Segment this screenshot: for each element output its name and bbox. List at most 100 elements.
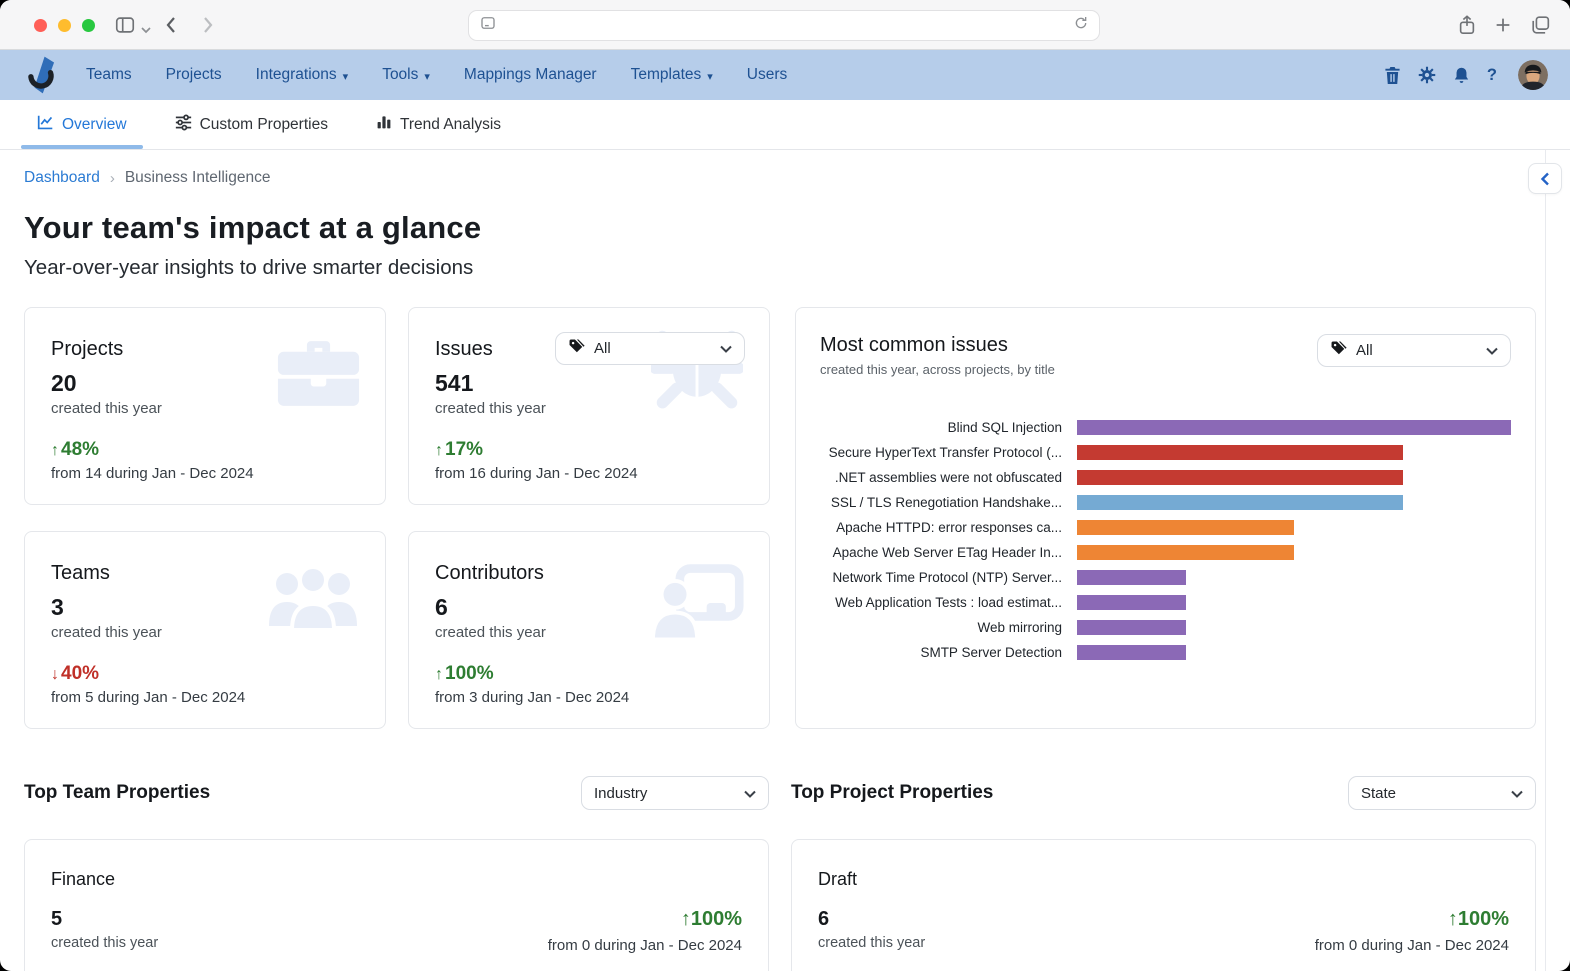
issues-chart-filter-select[interactable]: All	[1317, 334, 1511, 367]
url-input[interactable]	[497, 18, 1073, 33]
breadcrumb-current: Business Intelligence	[125, 169, 271, 187]
help-button[interactable]: ?	[1487, 66, 1497, 85]
chevron-down-icon	[720, 340, 732, 357]
line-chart-icon	[37, 114, 54, 136]
chart-row: Network Time Protocol (NTP) Server...	[820, 565, 1511, 590]
breadcrumb-separator-icon: ›	[110, 170, 115, 187]
briefcase-icon	[276, 338, 361, 413]
chart-bar-label: Network Time Protocol (NTP) Server...	[820, 570, 1062, 585]
tab-label: Custom Properties	[200, 116, 328, 134]
property-caption: created this year	[51, 935, 158, 951]
section-heading: Top Project Properties	[791, 782, 993, 804]
user-avatar[interactable]	[1518, 60, 1548, 90]
property-value: 5	[51, 908, 158, 931]
tab-overview-icon[interactable]	[1530, 13, 1552, 42]
property-comparison: from 0 during Jan - Dec 2024	[548, 937, 742, 954]
chart-bar-track	[1077, 520, 1511, 535]
nav-item-templates[interactable]: Templates▾	[631, 66, 713, 84]
chart-bar-track	[1077, 420, 1511, 435]
back-button[interactable]	[161, 13, 183, 42]
browser-window: TeamsProjectsIntegrations▾Tools▾Mappings…	[0, 0, 1570, 971]
stat-card-teams: Teams 3 created this year ↓ 40% from 5 d…	[24, 531, 386, 729]
property-delta: ↑100%	[548, 908, 742, 931]
nav-item-projects[interactable]: Projects	[166, 66, 222, 84]
chevron-down-icon[interactable]	[141, 21, 151, 39]
team-icon	[265, 562, 361, 641]
share-icon[interactable]	[1457, 13, 1477, 42]
reload-icon[interactable]	[1073, 15, 1089, 36]
sidebar-toggle-icon[interactable]	[114, 14, 136, 41]
section-tab-bar: Overview Custom Properties Trend Analysi…	[0, 100, 1570, 150]
chart-row: Apache Web Server ETag Header In...	[820, 540, 1511, 565]
sliders-icon	[175, 114, 192, 136]
presenter-icon	[653, 562, 745, 649]
property-value: 6	[818, 908, 925, 931]
chart-bar-label: Web Application Tests : load estimat...	[820, 595, 1062, 610]
chart-row: SMTP Server Detection	[820, 640, 1511, 665]
chart-row: Secure HyperText Transfer Protocol (...	[820, 440, 1511, 465]
arrow-up-icon: ↑	[435, 666, 443, 684]
chart-bar[interactable]	[1077, 495, 1403, 510]
tab-custom-properties[interactable]: Custom Properties	[159, 100, 344, 149]
tag-icon	[568, 338, 585, 359]
minimize-window-button[interactable]	[58, 19, 71, 32]
issues-filter-select[interactable]: All	[555, 332, 745, 365]
most-common-issues-card: Most common issues created this year, ac…	[795, 307, 1536, 729]
chart-bar-label: Blind SQL Injection	[820, 420, 1062, 435]
project-properties-select[interactable]: State	[1348, 776, 1536, 810]
tab-label: Trend Analysis	[400, 116, 501, 134]
tab-trend-analysis[interactable]: Trend Analysis	[360, 100, 517, 149]
nav-item-users[interactable]: Users	[747, 66, 787, 84]
gear-icon[interactable]	[1418, 66, 1436, 84]
stat-delta: ↓ 40%	[51, 663, 359, 685]
stat-card-contributors: Contributors 6 created this year ↑ 100% …	[408, 531, 770, 729]
nav-items: TeamsProjectsIntegrations▾Tools▾Mappings…	[86, 66, 787, 84]
new-tab-icon[interactable]	[1493, 13, 1513, 42]
select-value: All	[594, 340, 611, 357]
chart-bar-label: Apache Web Server ETag Header In...	[820, 545, 1062, 560]
stat-delta: ↑ 48%	[51, 439, 359, 461]
nav-item-teams[interactable]: Teams	[86, 66, 132, 84]
chart-bar-track	[1077, 495, 1511, 510]
chart-bar-track	[1077, 645, 1511, 660]
nav-item-label: Integrations	[256, 66, 337, 84]
chart-bar-track	[1077, 595, 1511, 610]
collapse-panel-button[interactable]	[1528, 163, 1562, 194]
app-logo[interactable]	[22, 56, 60, 94]
team-properties-select[interactable]: Industry	[581, 776, 769, 810]
chevron-down-icon	[744, 785, 756, 802]
chart-bar[interactable]	[1077, 645, 1186, 660]
nav-item-mappings-manager[interactable]: Mappings Manager	[464, 66, 597, 84]
bell-icon[interactable]	[1453, 66, 1470, 85]
chart-bar[interactable]	[1077, 420, 1511, 435]
nav-item-label: Teams	[86, 66, 132, 84]
stat-comparison: from 14 during Jan - Dec 2024	[51, 465, 359, 482]
chart-bar-track	[1077, 470, 1511, 485]
forward-button[interactable]	[196, 13, 218, 42]
chart-bar[interactable]	[1077, 445, 1403, 460]
chart-bar[interactable]	[1077, 545, 1294, 560]
top-team-properties-section: Top Team Properties Industry Finance 5	[24, 776, 769, 971]
chevron-down-icon: ▾	[424, 70, 430, 83]
breadcrumb-dashboard-link[interactable]: Dashboard	[24, 169, 100, 187]
close-window-button[interactable]	[34, 19, 47, 32]
chart-bar[interactable]	[1077, 570, 1186, 585]
chart-title: Most common issues	[820, 334, 1055, 357]
chart-bar-label: Secure HyperText Transfer Protocol (...	[820, 445, 1062, 460]
zoom-window-button[interactable]	[82, 19, 95, 32]
chart-bar[interactable]	[1077, 595, 1186, 610]
address-bar[interactable]	[468, 10, 1100, 41]
stat-delta: ↑ 100%	[435, 663, 743, 685]
chart-bar[interactable]	[1077, 620, 1186, 635]
chart-bar[interactable]	[1077, 470, 1403, 485]
chart-bar-label: Web mirroring	[820, 620, 1062, 635]
nav-item-integrations[interactable]: Integrations▾	[256, 66, 349, 84]
right-panel-divider	[1545, 150, 1546, 971]
chevron-down-icon	[1511, 785, 1523, 802]
trash-icon[interactable]	[1384, 66, 1401, 85]
chart-row: SSL / TLS Renegotiation Handshake...	[820, 490, 1511, 515]
chart-bar[interactable]	[1077, 520, 1294, 535]
tab-overview[interactable]: Overview	[21, 100, 143, 149]
nav-item-tools[interactable]: Tools▾	[382, 66, 430, 84]
stat-comparison: from 5 during Jan - Dec 2024	[51, 689, 359, 706]
